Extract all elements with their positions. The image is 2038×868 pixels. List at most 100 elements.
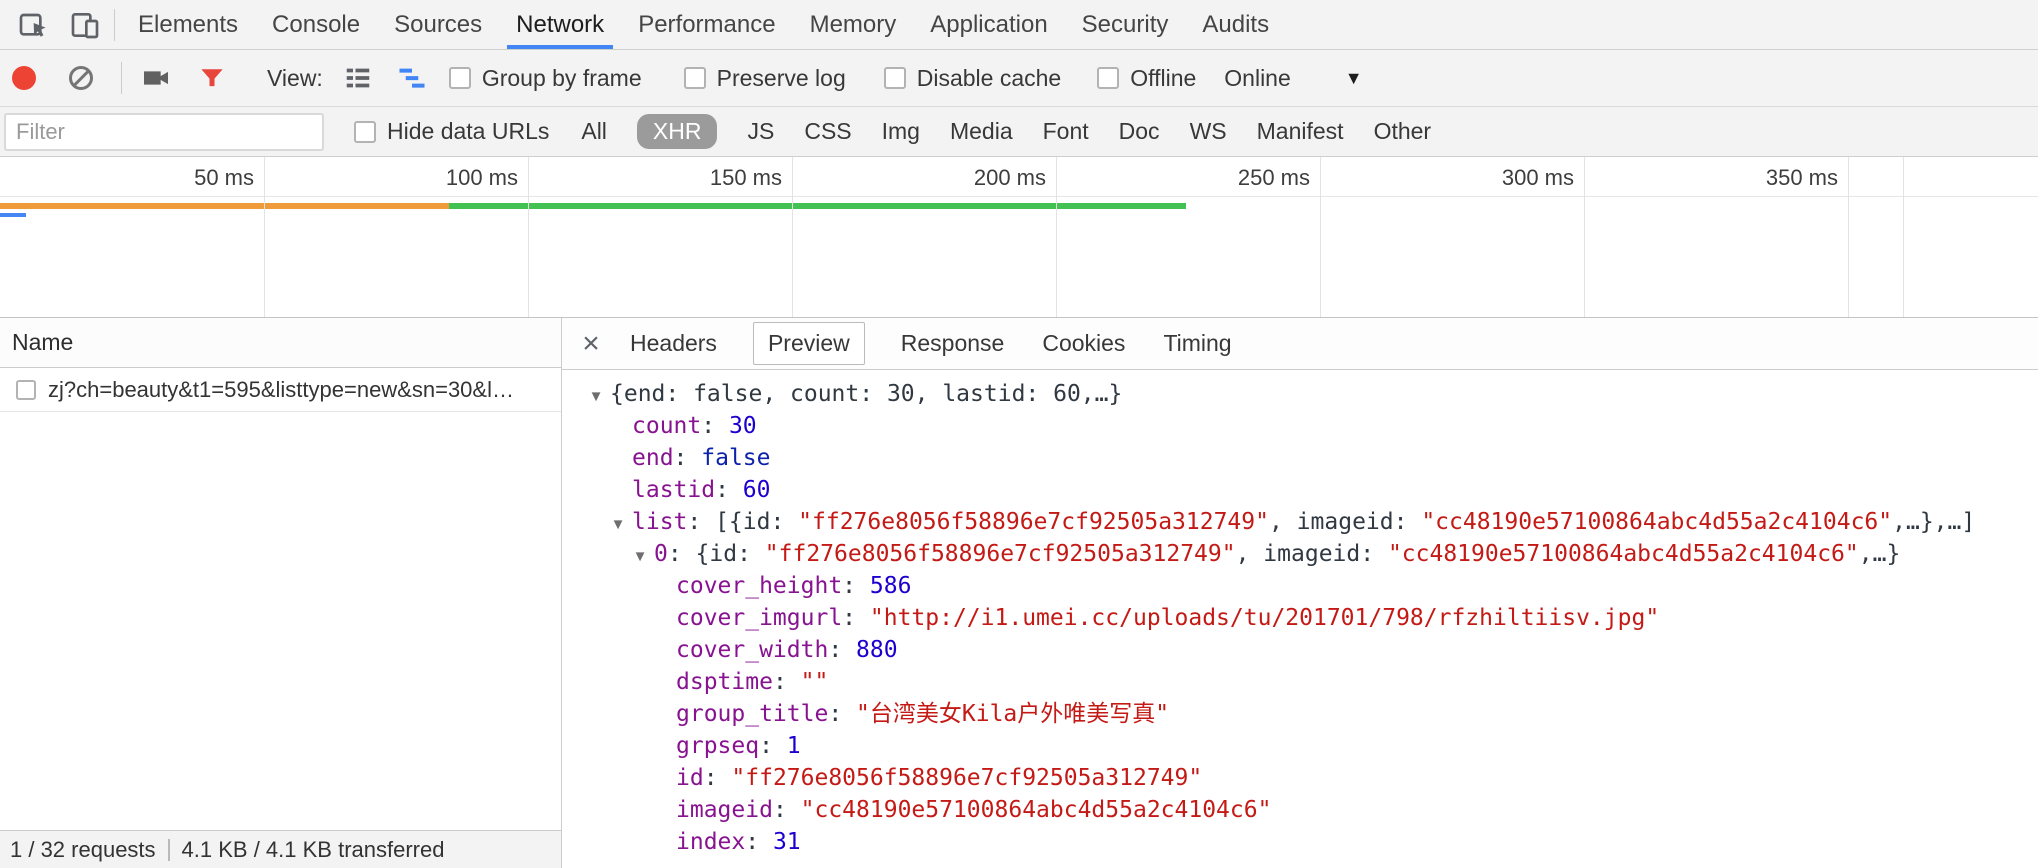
inspect-element-button[interactable] [12,5,54,45]
name-column-header[interactable]: Name [0,318,561,368]
tree-text: 31 [773,829,801,855]
tree-text: "cc48190e57100864abc4d55a2c4104c6" [1421,509,1892,535]
request-checkbox[interactable] [16,380,36,400]
tab-sources[interactable]: Sources [377,0,499,49]
tree-row[interactable]: end: false [562,442,2038,474]
tree-row[interactable]: grpseq: 1 [562,730,2038,762]
main-tab-strip: ElementsConsoleSourcesNetworkPerformance… [121,0,1286,49]
filter-button[interactable] [197,63,227,93]
tree-row[interactable]: cover_height: 586 [562,570,2038,602]
tree-text: ,…} [1859,541,1901,567]
tab-memory[interactable]: Memory [793,0,914,49]
tab-audits[interactable]: Audits [1185,0,1286,49]
tree-text: lastid [632,477,715,503]
preview-tree[interactable]: ▼{end: false, count: 30, lastid: 60,…}co… [562,370,2038,868]
tree-text: 586 [870,573,912,599]
tree-text: , imageid: [1236,541,1388,567]
close-detail-button[interactable]: × [578,331,604,357]
tree-row[interactable]: count: 30 [562,410,2038,442]
tree-text: imageid [676,797,773,823]
overview-gridline [1903,157,1904,317]
filter-type-css[interactable]: CSS [804,114,851,149]
tree-row[interactable]: id: "ff276e8056f58896e7cf92505a312749" [562,762,2038,794]
device-toolbar-icon [69,9,101,41]
filter-type-font[interactable]: Font [1043,114,1089,149]
expand-arrow-icon[interactable]: ▼ [626,541,654,573]
filter-type-ws[interactable]: WS [1190,114,1227,149]
tree-text: grpseq [676,733,759,759]
small-request-rows-button[interactable] [343,63,373,93]
tree-row[interactable]: imageid: "cc48190e57100864abc4d55a2c4104… [562,794,2038,826]
tab-console[interactable]: Console [255,0,377,49]
tree-row[interactable]: index: 31 [562,826,2038,858]
filter-type-xhr[interactable]: XHR [637,114,718,149]
filter-input[interactable] [4,113,324,151]
request-row[interactable]: zj?ch=beauty&t1=595&listtype=new&sn=30&l… [0,368,561,412]
detail-tab-preview[interactable]: Preview [753,322,865,365]
network-overview[interactable]: 50 ms100 ms150 ms200 ms250 ms300 ms350 m… [0,157,2038,318]
clear-button[interactable] [69,66,93,90]
device-toolbar-button[interactable] [64,5,106,45]
tree-text: : [759,733,787,759]
tree-row[interactable]: ▼0: {id: "ff276e8056f58896e7cf92505a3127… [562,538,2038,570]
offline-checkbox[interactable] [1097,67,1119,89]
detail-tab-strip: Headers Preview Response Cookies Timing [628,322,1234,365]
toolbar-separator [114,9,115,41]
filter-type-js[interactable]: JS [747,114,774,149]
tree-row[interactable]: cover_width: 880 [562,634,2038,666]
preserve-log-label: Preserve log [717,65,846,92]
tree-row[interactable]: ▼{end: false, count: 30, lastid: 60,…} [562,378,2038,410]
group-by-frame-checkbox[interactable] [449,67,471,89]
filter-type-doc[interactable]: Doc [1119,114,1160,149]
tree-row[interactable]: dsptime: "" [562,666,2038,698]
tree-row[interactable]: cover_imgurl: "http://i1.umei.cc/uploads… [562,602,2038,634]
filter-type-img[interactable]: Img [882,114,920,149]
capture-screenshots-button[interactable] [140,62,172,94]
expand-arrow-icon[interactable]: ▼ [582,381,610,413]
show-overview-button[interactable] [397,63,427,93]
tab-elements[interactable]: Elements [121,0,255,49]
detail-tab-response[interactable]: Response [899,323,1007,364]
record-button[interactable] [12,66,36,90]
throttling-value: Online [1224,65,1290,92]
detail-tab-cookies[interactable]: Cookies [1040,323,1127,364]
tab-performance[interactable]: Performance [621,0,792,49]
group-by-frame-toggle[interactable]: Group by frame [449,65,642,92]
tree-text: : [773,797,801,823]
overview-bar-green [449,203,1186,209]
throttling-select[interactable]: Online ▼ [1224,65,1362,92]
tree-text: false [701,445,770,471]
tab-network[interactable]: Network [499,0,621,49]
filter-type-all[interactable]: All [581,114,607,149]
tree-text: : [715,477,743,503]
group-by-frame-label: Group by frame [482,65,642,92]
network-toolbar: View: Group by frame Preserve log [0,50,2038,107]
hide-data-urls-toggle[interactable]: Hide data URLs [354,118,549,145]
filter-type-media[interactable]: Media [950,114,1013,149]
tree-text: : [842,573,870,599]
tree-text: : [842,605,870,631]
detail-tab-timing[interactable]: Timing [1161,323,1233,364]
tree-text: : [828,637,856,663]
filter-type-other[interactable]: Other [1374,114,1432,149]
tree-row[interactable]: ▼list: [{id: "ff276e8056f58896e7cf92505a… [562,506,2038,538]
hide-data-urls-checkbox[interactable] [354,121,376,143]
disable-cache-toggle[interactable]: Disable cache [884,65,1061,92]
tree-text: "ff276e8056f58896e7cf92505a312749" [765,541,1236,567]
detail-tab-headers[interactable]: Headers [628,323,719,364]
filter-type-manifest[interactable]: Manifest [1257,114,1344,149]
tab-application[interactable]: Application [913,0,1064,49]
tab-security[interactable]: Security [1065,0,1186,49]
offline-toggle[interactable]: Offline [1097,65,1196,92]
overview-gridline [792,157,793,317]
overview-tick-label: 100 ms [288,165,518,191]
disable-cache-checkbox[interactable] [884,67,906,89]
tree-row[interactable]: group_title: "台湾美女Kila户外唯美写真" [562,698,2038,730]
preserve-log-checkbox[interactable] [684,67,706,89]
expand-arrow-icon[interactable]: ▼ [604,509,632,541]
tree-text: : [704,765,732,791]
tree-text: group_title [676,701,828,727]
preserve-log-toggle[interactable]: Preserve log [684,65,846,92]
toolbar-separator [121,62,122,94]
tree-row[interactable]: lastid: 60 [562,474,2038,506]
